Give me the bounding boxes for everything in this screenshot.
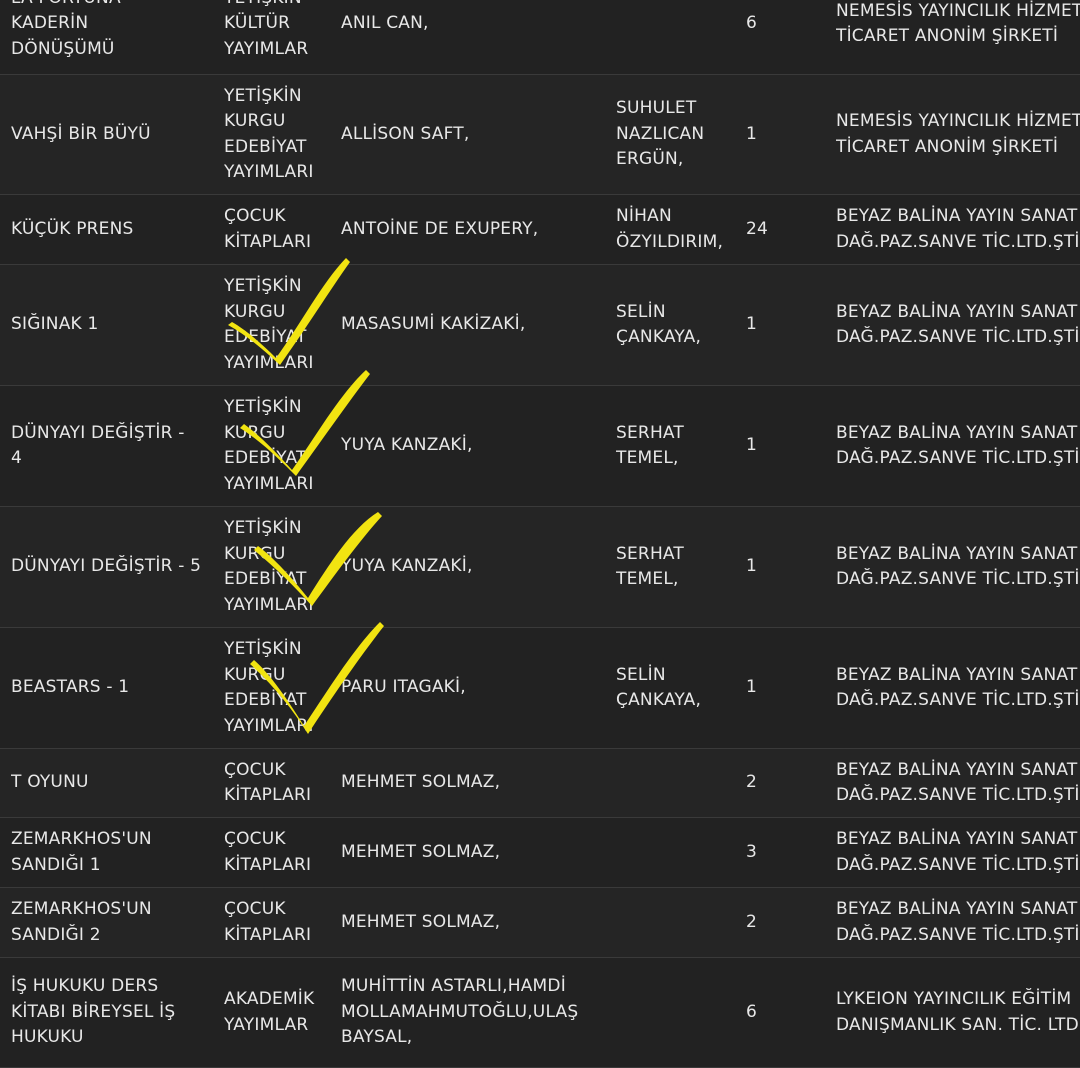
book-category: YETİŞKİN KURGU EDEBİYAT YAYIMLARI	[224, 276, 314, 373]
book-title: BEASTARS - 1	[11, 677, 130, 698]
book-category: AKADEMİK YAYIMLAR	[224, 989, 315, 1035]
book-author: PARU ITAGAKİ,	[341, 677, 466, 698]
book-author: ANIL CAN,	[341, 13, 429, 34]
book-category: YETİŞKİN KURGU EDEBİYAT YAYIMLARI	[224, 639, 314, 736]
book-count: 1	[746, 314, 758, 335]
book-count: 2	[746, 772, 758, 793]
book-count: 3	[746, 841, 758, 862]
book-publisher: BEYAZ BALİNA YAYIN SANAT DAĞ.PAZ.SANVE T…	[836, 301, 1080, 348]
book-translator: SELİN ÇANKAYA,	[616, 664, 702, 711]
book-title: ZEMARKHOS'UN SANDIĞI 2	[11, 899, 152, 945]
book-publisher: BEYAZ BALİNA YAYIN SANAT DAĞ.PAZ.SANVE T…	[836, 759, 1080, 806]
book-category: ÇOCUK KİTAPLARI	[224, 829, 312, 875]
book-category: YETİŞKİN KÜLTÜR YAYIMLAR	[224, 0, 309, 59]
book-count: 1	[746, 556, 758, 577]
book-title: DÜNYAYI DEĞİŞTİR - 4	[11, 422, 185, 469]
book-publisher: BEYAZ BALİNA YAYIN SANAT DAĞ.PAZ.SANVE T…	[836, 206, 1080, 252]
book-translator	[616, 888, 738, 957]
book-title: DÜNYAYI DEĞİŞTİR - 5	[11, 556, 202, 577]
book-translator: SERHAT TEMEL,	[616, 422, 685, 469]
book-title: ZEMARKHOS'UN SANDIĞI 1	[11, 829, 152, 875]
table-row[interactable]: KÜÇÜK PRENS ÇOCUK KİTAPLARI ANTOİNE DE EXU…	[0, 195, 1080, 265]
table-row[interactable]: VAHŞİ BİR BÜYÜ YETİŞKİN KURGU EDEBİYAT YA…	[0, 75, 1080, 195]
book-title: LA FORTUNA KADERİN DÖNÜŞÜMÜ	[11, 0, 121, 59]
book-category: ÇOCUK KİTAPLARI	[224, 206, 312, 252]
table-row[interactable]: LA FORTUNA KADERİN DÖNÜŞÜMÜ YETİŞKİN KÜLT…	[0, 0, 1080, 75]
book-title: VAHŞİ BİR BÜYÜ	[11, 123, 151, 144]
book-translator: SELİN ÇANKAYA,	[616, 301, 702, 348]
book-category: YETİŞKİN KURGU EDEBİYAT YAYIMLARI	[224, 397, 314, 494]
book-category: YETİŞKİN KURGU EDEBİYAT YAYIMLARI	[224, 85, 314, 183]
book-publisher: BEYAZ BALİNA YAYIN SANAT DAĞ.PAZ.SANVE T…	[836, 829, 1080, 875]
book-author: ANTOİNE DE EXUPERY,	[341, 218, 539, 239]
table-row[interactable]: DÜNYAYI DEĞİŞTİR - 5 YETİŞKİN KURGU EDEBİ…	[0, 507, 1080, 628]
book-author: MEHMET SOLMAZ,	[341, 841, 501, 862]
book-title: KÜÇÜK PRENS	[11, 218, 134, 239]
book-translator	[616, 818, 738, 887]
book-count: 2	[746, 911, 758, 932]
book-translator: SUHULET NAZLICAN ERGÜN,	[616, 98, 705, 170]
table-row[interactable]: T OYUNU ÇOCUK KİTAPLARI MEHMET SOLMAZ, 2 BEY…	[0, 749, 1080, 818]
book-translator	[616, 749, 738, 817]
book-translator	[616, 0, 738, 74]
book-title: İŞ HUKUKU DERS KİTABI BİREYSEL İŞ HUKUKU	[11, 976, 176, 1048]
book-author: YUYA KANZAKİ,	[341, 556, 473, 577]
table-row[interactable]: ZEMARKHOS'UN SANDIĞI 2 ÇOCUK KİTAPLARI MEH…	[0, 888, 1080, 958]
book-publisher: NEMESİS YAYINCILIK HİZMET TİCARET ANONİM…	[836, 111, 1080, 157]
book-author: YUYA KANZAKİ,	[341, 435, 473, 456]
book-count: 24	[746, 218, 769, 239]
table-row[interactable]: DÜNYAYI DEĞİŞTİR - 4 YETİŞKİN KURGU EDEBİ…	[0, 386, 1080, 507]
book-title: SIĞINAK 1	[11, 314, 99, 335]
book-publisher: BEYAZ BALİNA YAYIN SANAT DAĞ.PAZ.SANVE T…	[836, 664, 1080, 711]
book-title: T OYUNU	[11, 772, 89, 793]
table-row[interactable]: ZEMARKHOS'UN SANDIĞI 1 ÇOCUK KİTAPLARI MEH…	[0, 818, 1080, 888]
book-count: 1	[746, 123, 758, 144]
book-count: 1	[746, 435, 758, 456]
book-count: 6	[746, 13, 758, 34]
table-row[interactable]: SIĞINAK 1 YETİŞKİN KURGU EDEBİYAT YAYIMLA…	[0, 265, 1080, 386]
book-author: ALLİSON SAFT,	[341, 123, 470, 144]
book-publisher: NEMESİS YAYINCILIK HİZMET TİCARET ANONİM…	[836, 0, 1080, 47]
book-count: 6	[746, 1001, 758, 1022]
book-publisher: BEYAZ BALİNA YAYIN SANAT DAĞ.PAZ.SANVE T…	[836, 899, 1080, 945]
book-translator: NİHAN ÖZYILDIRIM,	[616, 206, 724, 252]
book-author: MEHMET SOLMAZ,	[341, 911, 501, 932]
book-category: ÇOCUK KİTAPLARI	[224, 759, 312, 806]
book-category: ÇOCUK KİTAPLARI	[224, 899, 312, 945]
book-publisher: LYKEION YAYINCILIK EĞİTİM DANIŞMANLIK SA…	[836, 989, 1080, 1035]
book-author: MASASUMİ KAKİZAKİ,	[341, 314, 526, 335]
book-table: LA FORTUNA KADERİN DÖNÜŞÜMÜ YETİŞKİN KÜLT…	[0, 0, 1080, 1068]
book-author: MEHMET SOLMAZ,	[341, 772, 501, 793]
book-count: 1	[746, 677, 758, 698]
book-category: YETİŞKİN KURGU EDEBİYAT YAYIMLARI	[224, 518, 314, 615]
table-row[interactable]: İŞ HUKUKU DERS KİTABI BİREYSEL İŞ HUKUKU…	[0, 958, 1080, 1068]
book-publisher: BEYAZ BALİNA YAYIN SANAT DAĞ.PAZ.SANVE T…	[836, 422, 1080, 469]
book-author: MUHİTTİN ASTARLI,HAMDİ MOLLAMAHMUTOĞLU,U…	[341, 976, 579, 1048]
book-translator	[616, 958, 738, 1067]
book-translator: SERHAT TEMEL,	[616, 543, 685, 590]
book-publisher: BEYAZ BALİNA YAYIN SANAT DAĞ.PAZ.SANVE T…	[836, 543, 1080, 590]
table-row[interactable]: BEASTARS - 1 YETİŞKİN KURGU EDEBİYAT YAYI…	[0, 628, 1080, 749]
